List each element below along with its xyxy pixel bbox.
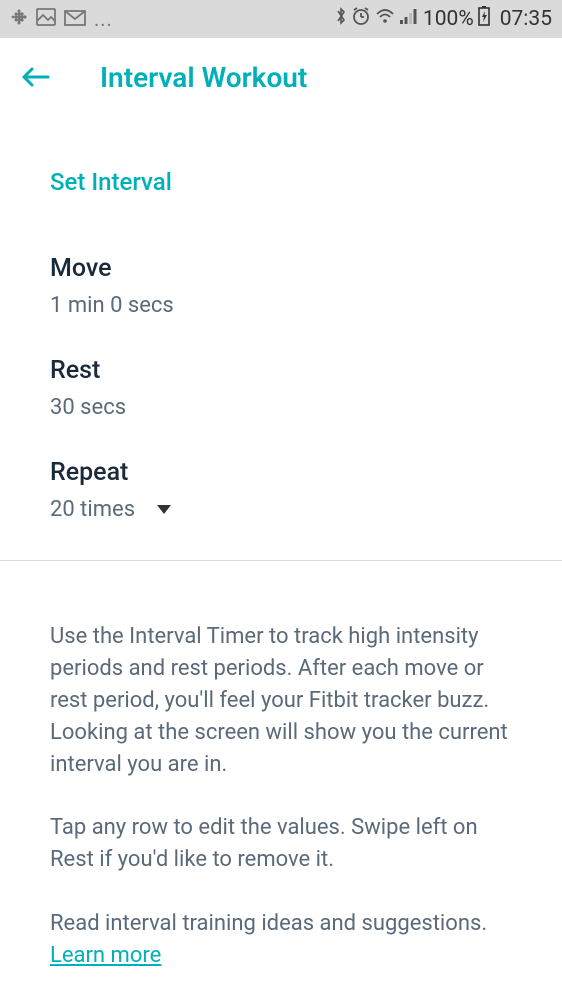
chevron-down-icon bbox=[157, 505, 171, 514]
clock-time: 07:35 bbox=[500, 7, 552, 31]
row-repeat-value-text: 20 times bbox=[50, 497, 135, 522]
section-header: Set Interval bbox=[0, 116, 562, 216]
row-move[interactable]: Move 1 min 0 secs bbox=[0, 216, 562, 318]
row-repeat-value: 20 times bbox=[50, 497, 512, 522]
row-rest[interactable]: Rest 30 secs bbox=[0, 318, 562, 420]
back-button[interactable] bbox=[20, 64, 60, 90]
row-move-value: 1 min 0 secs bbox=[50, 293, 512, 318]
status-left: ... bbox=[10, 7, 113, 31]
status-right: 100% 07:35 bbox=[335, 6, 552, 32]
bluetooth-icon bbox=[335, 6, 347, 32]
battery-percentage: 100% bbox=[423, 7, 474, 31]
signal-icon bbox=[399, 7, 417, 31]
status-bar: ... 100% 07:35 bbox=[0, 0, 562, 38]
image-icon bbox=[36, 7, 56, 31]
info-paragraph-3: Read interval training ideas and suggest… bbox=[50, 908, 512, 972]
content: Set Interval Move 1 min 0 secs Rest 30 s… bbox=[0, 116, 562, 972]
app-header: Interval Workout bbox=[0, 38, 562, 116]
battery-charging-icon bbox=[478, 6, 490, 32]
more-icon: ... bbox=[94, 7, 113, 31]
row-repeat-label: Repeat bbox=[50, 458, 512, 487]
wifi-icon bbox=[375, 7, 395, 31]
row-move-label: Move bbox=[50, 254, 512, 283]
info-paragraph-3-text: Read interval training ideas and suggest… bbox=[50, 911, 487, 936]
row-repeat[interactable]: Repeat 20 times bbox=[0, 420, 562, 522]
mail-icon bbox=[64, 7, 86, 31]
page-title: Interval Workout bbox=[100, 61, 307, 94]
info-text: Use the Interval Timer to track high int… bbox=[0, 561, 562, 972]
learn-more-link[interactable]: Learn more bbox=[50, 943, 161, 968]
alarm-icon bbox=[351, 6, 371, 32]
row-rest-value: 30 secs bbox=[50, 395, 512, 420]
fitbit-icon bbox=[10, 7, 28, 31]
info-paragraph-1: Use the Interval Timer to track high int… bbox=[50, 621, 512, 780]
row-rest-label: Rest bbox=[50, 356, 512, 385]
info-paragraph-2: Tap any row to edit the values. Swipe le… bbox=[50, 812, 512, 876]
